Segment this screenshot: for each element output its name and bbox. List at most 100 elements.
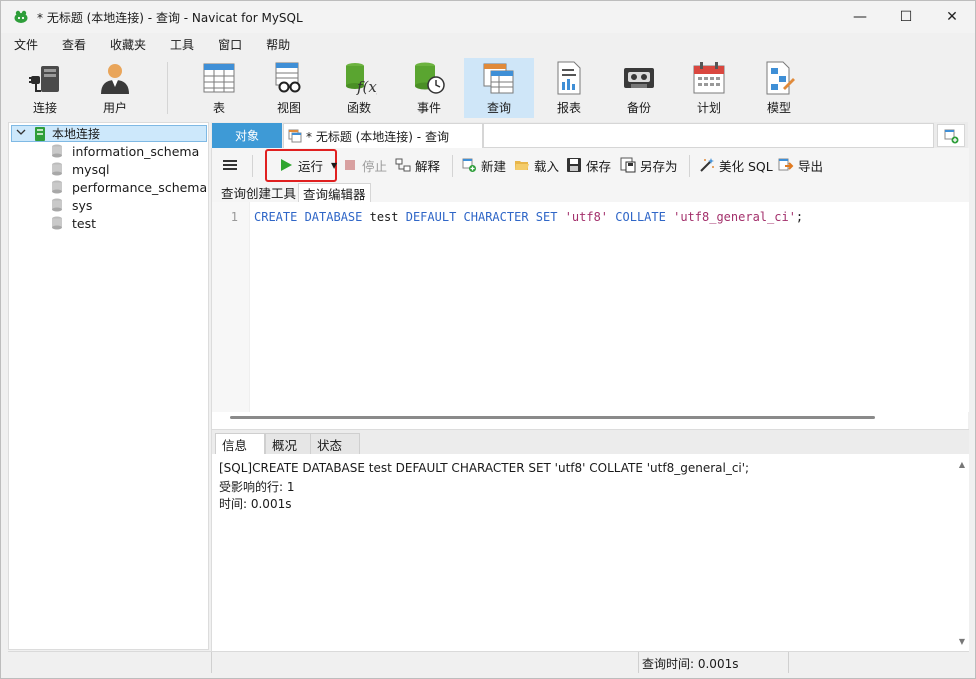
toolbar-view-button[interactable]: 视图 bbox=[254, 58, 324, 118]
explain-button[interactable]: 解释 bbox=[395, 156, 440, 174]
tab-objects[interactable]: 对象 bbox=[212, 123, 282, 148]
toolbar-backup-button[interactable]: 备份 bbox=[604, 58, 674, 118]
model-icon bbox=[766, 61, 795, 95]
svg-text:f(x): f(x) bbox=[356, 78, 377, 96]
stop-icon bbox=[342, 157, 358, 173]
tree-database-item[interactable]: mysql bbox=[51, 160, 110, 178]
export-button[interactable]: 导出 bbox=[778, 156, 823, 174]
function-icon: f(x) bbox=[346, 63, 377, 96]
tree-database-label: sys bbox=[72, 197, 93, 213]
save-label: 保存 bbox=[586, 158, 612, 174]
tree-database-label: test bbox=[72, 215, 97, 231]
tab-profile[interactable]: 概况 bbox=[265, 433, 315, 455]
menu-window[interactable]: 窗口 bbox=[205, 35, 253, 55]
play-icon bbox=[278, 157, 294, 173]
tree-database-label: performance_schema bbox=[72, 179, 208, 195]
status-divider bbox=[638, 652, 639, 673]
toolbar-schedule-label: 计划 bbox=[696, 101, 721, 115]
plug-icon bbox=[29, 66, 59, 92]
editor-horizontal-scrollbar[interactable] bbox=[230, 416, 875, 419]
status-divider bbox=[788, 652, 789, 673]
tree-database-item[interactable]: sys bbox=[51, 196, 92, 214]
dropdown-arrow-icon[interactable]: ▼ bbox=[331, 161, 337, 170]
magic-wand-icon bbox=[699, 157, 715, 173]
toolbar-event-button[interactable]: 事件 bbox=[394, 58, 464, 118]
tab-query-label: * 无标题 (本地连接) - 查询 bbox=[306, 129, 449, 144]
tree-database-item[interactable]: performance_schema bbox=[51, 178, 207, 196]
menu-tools[interactable]: 工具 bbox=[157, 35, 205, 55]
beautify-sql-label: 美化 SQL bbox=[719, 158, 773, 174]
view-icon bbox=[275, 62, 301, 93]
new-icon bbox=[461, 157, 477, 173]
line-number: 1 bbox=[230, 210, 238, 224]
toolbar-backup-label: 备份 bbox=[626, 101, 651, 115]
tab-message[interactable]: 信息 bbox=[215, 433, 265, 455]
query-tab-icon bbox=[288, 129, 302, 143]
tab-status[interactable]: 状态 bbox=[310, 433, 360, 455]
menu-help[interactable]: 帮助 bbox=[253, 35, 301, 55]
database-icon bbox=[52, 144, 62, 158]
result-time: 时间: 0.001s bbox=[219, 497, 292, 511]
save-as-label: 另存为 bbox=[640, 158, 678, 174]
toolbar-connect-button[interactable]: 连接 bbox=[10, 58, 80, 118]
chevron-down-icon[interactable] bbox=[14, 127, 28, 140]
run-label: 运行 bbox=[298, 158, 324, 174]
scroll-up-icon[interactable]: ▲ bbox=[957, 460, 967, 469]
sql-keyword: CREATE DATABASE bbox=[254, 210, 363, 224]
sql-keyword: COLLATE bbox=[615, 210, 666, 224]
tree-database-item[interactable]: test bbox=[51, 214, 96, 232]
save-as-button[interactable]: 另存为 bbox=[620, 156, 678, 174]
toolbar-schedule-button[interactable]: 计划 bbox=[674, 58, 744, 118]
hamburger-menu-icon[interactable] bbox=[222, 157, 238, 173]
explain-icon bbox=[395, 157, 411, 173]
run-button[interactable]: 运行 ▼ bbox=[278, 156, 337, 174]
toolbar-model-label: 模型 bbox=[766, 101, 791, 115]
tab-query-editor[interactable]: 查询编辑器 bbox=[298, 183, 371, 202]
tab-query-builder[interactable]: 查询创建工具 bbox=[217, 183, 300, 202]
sql-identifier: test bbox=[362, 210, 406, 224]
toolbar-model-button[interactable]: 模型 bbox=[744, 58, 814, 118]
minimize-button[interactable]: — bbox=[837, 1, 883, 33]
toolbar-separator bbox=[689, 155, 690, 177]
result-sql-line: [SQL]CREATE DATABASE test DEFAULT CHARAC… bbox=[219, 461, 750, 475]
tree-database-item[interactable]: information_schema bbox=[51, 142, 199, 160]
status-bar: 查询时间: 0.001s bbox=[8, 651, 969, 673]
toolbar-query-button[interactable]: 查询 bbox=[464, 58, 534, 118]
toolbar-event-label: 事件 bbox=[416, 101, 441, 115]
tab-query[interactable]: * 无标题 (本地连接) - 查询 bbox=[283, 123, 483, 148]
scroll-down-icon[interactable]: ▼ bbox=[957, 637, 967, 646]
report-icon bbox=[557, 61, 581, 95]
tree-connection-node[interactable]: 本地连接 bbox=[11, 125, 207, 142]
menu-file[interactable]: 文件 bbox=[1, 35, 49, 55]
beautify-sql-button[interactable]: 美化 SQL bbox=[699, 156, 773, 174]
menu-favorites[interactable]: 收藏夹 bbox=[97, 35, 157, 55]
save-button[interactable]: 保存 bbox=[566, 156, 611, 174]
minimize-icon: — bbox=[853, 9, 867, 25]
app-window: * 无标题 (本地连接) - 查询 - Navicat for MySQL — … bbox=[0, 0, 976, 679]
toolbar-view-label: 视图 bbox=[276, 101, 301, 115]
toolbar-report-button[interactable]: 报表 bbox=[534, 58, 604, 118]
schedule-icon bbox=[693, 62, 725, 94]
stop-button[interactable]: 停止 bbox=[342, 156, 387, 174]
sql-keyword: DEFAULT CHARACTER SET bbox=[405, 210, 558, 224]
close-button[interactable]: ✕ bbox=[929, 1, 975, 33]
load-button[interactable]: 载入 bbox=[514, 156, 559, 174]
backup-icon bbox=[624, 68, 654, 88]
database-icon bbox=[52, 162, 62, 176]
toolbar-separator bbox=[252, 155, 253, 177]
explain-label: 解释 bbox=[415, 158, 441, 174]
sql-editor[interactable]: 1 CREATE DATABASE test DEFAULT CHARACTER… bbox=[212, 202, 969, 412]
toolbar-function-button[interactable]: f(x) 函数 bbox=[324, 58, 394, 118]
menu-view[interactable]: 查看 bbox=[49, 35, 97, 55]
maximize-button[interactable]: ☐ bbox=[883, 1, 929, 33]
new-button[interactable]: 新建 bbox=[461, 156, 506, 174]
toolbar-user-button[interactable]: 用户 bbox=[80, 58, 150, 118]
save-icon bbox=[566, 157, 582, 173]
main-toolbar: 连接 用户 表 视图 f(x 函数 事件 查询 报表 备份 计划 模型 bbox=[1, 58, 975, 120]
user-icon bbox=[101, 64, 129, 94]
tree-database-label: mysql bbox=[72, 161, 110, 177]
load-label: 载入 bbox=[534, 158, 560, 174]
result-vertical-scrollbar[interactable]: ▲ ▼ bbox=[957, 460, 967, 646]
new-tab-button[interactable] bbox=[937, 124, 965, 147]
toolbar-table-button[interactable]: 表 bbox=[184, 58, 254, 118]
